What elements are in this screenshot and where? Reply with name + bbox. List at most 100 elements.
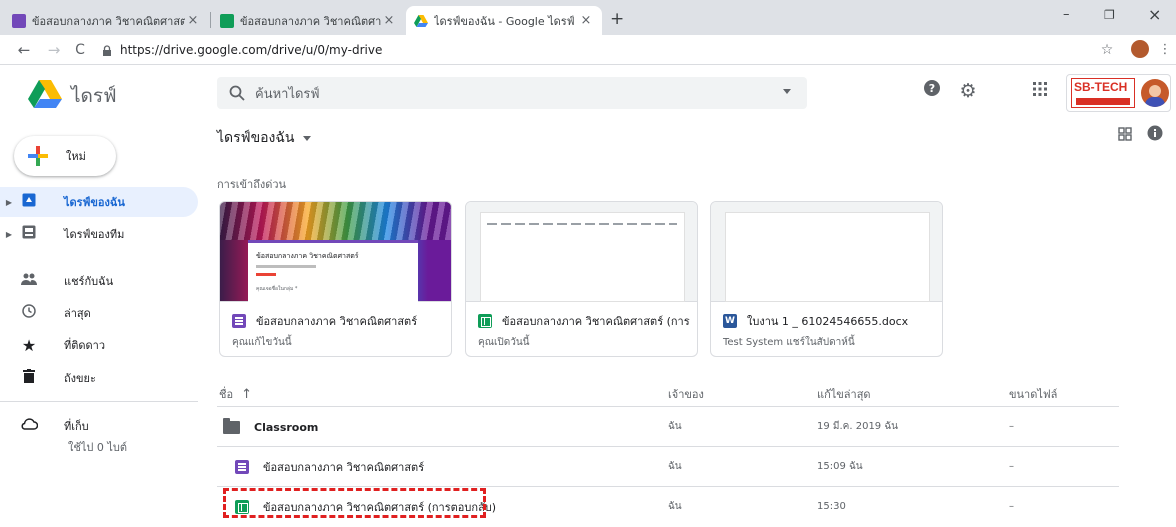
help-icon[interactable]: ? [920, 79, 944, 103]
url-text: https://drive.google.com/drive/u/0/my-dr… [120, 43, 383, 57]
tab-title: ข้อสอบกลางภาค วิชาคณิตศาสตร์ (กา [240, 14, 381, 28]
card-name: ข้อสอบกลางภาค วิชาคณิตศาสตร์ (การต... [478, 312, 690, 330]
browser-menu-icon[interactable]: ⋮ [1155, 41, 1175, 59]
search-placeholder: ค้นหาไดรฟ์ [255, 86, 320, 102]
google-forms-icon [235, 460, 249, 474]
plus-icon [28, 146, 48, 166]
profile-avatar-icon[interactable] [1131, 40, 1149, 58]
column-header-size[interactable]: ขนาดไฟล์ [1009, 385, 1057, 403]
app-name: ไดรฟ์ [71, 85, 117, 107]
sidebar-item-label: แชร์กับฉัน [64, 275, 114, 288]
tab-close-icon[interactable]: × [578, 13, 594, 28]
sidebar-item-storage[interactable]: ที่เก็บ [0, 411, 198, 441]
my-drive-title-button[interactable]: ไดรฟ์ของฉัน [217, 127, 311, 149]
card-activity: คุณแก้ไขวันนี้ [232, 337, 292, 348]
file-modified: 15:09 ฉัน [817, 461, 863, 472]
sidebar-item-label: ล่าสุด [64, 307, 91, 320]
star-icon: ★ [21, 335, 37, 355]
grid-view-icon[interactable] [1113, 124, 1137, 148]
column-header-modified[interactable]: แก้ไขล่าสุด [817, 385, 871, 403]
browser-tab-drive[interactable]: ไดรฟ์ของฉัน - Google ไดรฟ์ × [406, 6, 602, 35]
account-avatar[interactable] [1141, 79, 1169, 107]
browser-tab-forms[interactable]: ข้อสอบกลางภาค วิชาคณิตศาสตร์ - G × [4, 6, 209, 35]
file-name: ข้อสอบกลางภาค วิชาคณิตศาสตร์ [263, 461, 425, 474]
minimize-button[interactable]: – [1063, 7, 1070, 22]
new-tab-button[interactable]: + [610, 9, 624, 29]
card-activity: คุณเปิดวันนี้ [478, 337, 530, 348]
file-modified: 19 มี.ค. 2019 ฉัน [817, 421, 898, 432]
google-sheets-icon [478, 314, 492, 328]
bookmark-star-icon[interactable]: ☆ [1097, 41, 1117, 59]
highlight-box [223, 488, 486, 518]
sidebar-item-label: ถังขยะ [64, 372, 96, 385]
back-arrow-icon[interactable]: ← [14, 41, 34, 59]
card-activity: Test System แชร์ในสัปดาห์นี้ [723, 337, 855, 348]
tab-close-icon[interactable]: × [381, 13, 397, 28]
new-button[interactable]: ใหม่ [14, 136, 116, 176]
column-header-owner[interactable]: เจ้าของ [668, 385, 704, 403]
browser-toolbar: ← → C https://drive.google.com/drive/u/0… [0, 35, 1176, 65]
sidebar-item-label: ไดรฟ์ของทีม [64, 228, 125, 241]
search-box[interactable]: ค้นหาไดรฟ์ [217, 77, 807, 109]
new-button-label: ใหม่ [66, 150, 86, 163]
expand-caret-icon[interactable]: ▶ [0, 198, 18, 207]
file-modified: 15:30 [817, 501, 846, 512]
sort-ascending-icon[interactable]: ↑ [241, 387, 252, 402]
card-thumbnail [466, 202, 697, 302]
trash-icon [18, 369, 40, 387]
team-drive-icon [18, 225, 40, 243]
drive-icon [414, 14, 428, 28]
card-thumbnail: ข้อสอบกลางภาค วิชาคณิตศาสตร์ คุณเจอชื่อใ… [220, 202, 451, 302]
column-header-name[interactable]: ชื่อ ↑ [219, 385, 252, 403]
quick-access-card[interactable]: ข้อสอบกลางภาค วิชาคณิตศาสตร์ คุณเจอชื่อใ… [219, 201, 452, 357]
forms-icon [12, 13, 26, 28]
clock-icon [18, 304, 40, 322]
quick-access-card[interactable]: ข้อสอบกลางภาค วิชาคณิตศาสตร์ (การต... คุ… [465, 201, 698, 357]
chevron-down-icon [302, 135, 311, 141]
window-close-button[interactable]: × [1148, 5, 1161, 24]
sidebar-item-my-drive[interactable]: ▶ ไดรฟ์ของฉัน [0, 187, 198, 217]
restore-button[interactable]: ❐ [1104, 8, 1115, 22]
google-drive-logo[interactable] [28, 80, 62, 108]
quick-access-card[interactable]: W ใบงาน 1 _ 61024546655.docx Test System… [710, 201, 943, 357]
sb-tech-logo: SB-TECH [1071, 78, 1135, 108]
sidebar-item-label: ไดรฟ์ของฉัน [64, 196, 125, 209]
svg-text:?: ? [929, 82, 935, 95]
tab-close-icon[interactable]: × [185, 13, 201, 28]
forward-arrow-icon[interactable]: → [44, 41, 64, 59]
storage-usage: ใช้ไป 0 ไบต์ [68, 441, 128, 454]
file-size: – [1009, 421, 1014, 432]
address-bar[interactable]: https://drive.google.com/drive/u/0/my-dr… [102, 39, 1122, 61]
page-title: ไดรฟ์ของฉัน [217, 130, 295, 146]
tab-title: ไดรฟ์ของฉัน - Google ไดรฟ์ [434, 14, 575, 28]
card-name: ข้อสอบกลางภาค วิชาคณิตศาสตร์ [232, 312, 444, 330]
sidebar-item-label: ที่เก็บ [64, 420, 89, 433]
search-icon[interactable] [229, 85, 245, 101]
quick-access-heading: การเข้าถึงด่วน [217, 178, 287, 191]
shared-people-icon [18, 273, 40, 289]
browser-tab-strip: ข้อสอบกลางภาค วิชาคณิตศาสตร์ - G × ข้อสอ… [0, 0, 1176, 35]
sidebar-item-label: ที่ติดดาว [64, 339, 106, 352]
card-name: W ใบงาน 1 _ 61024546655.docx [723, 312, 935, 330]
file-owner: ฉัน [668, 421, 682, 432]
file-row[interactable]: Classroom ฉัน 19 มี.ค. 2019 ฉัน – [217, 406, 1119, 446]
my-drive-icon [18, 193, 40, 211]
file-owner: ฉัน [668, 501, 682, 512]
tab-title: ข้อสอบกลางภาค วิชาคณิตศาสตร์ - G [32, 14, 185, 28]
sidebar-item-starred[interactable]: ★ ที่ติดดาว [0, 330, 198, 360]
settings-gear-icon[interactable]: ⚙ [956, 79, 980, 103]
sidebar-divider [0, 401, 198, 402]
sidebar-item-trash[interactable]: ถังขยะ [0, 363, 198, 393]
file-owner: ฉัน [668, 461, 682, 472]
sidebar-item-recent[interactable]: ล่าสุด [0, 298, 198, 328]
info-icon[interactable] [1143, 124, 1167, 148]
expand-caret-icon[interactable]: ▶ [0, 230, 18, 239]
apps-grid-icon[interactable] [1028, 79, 1052, 103]
search-options-icon[interactable] [783, 89, 791, 94]
reload-icon[interactable]: C [70, 41, 90, 59]
sidebar-item-team-drives[interactable]: ▶ ไดรฟ์ของทีม [0, 219, 198, 249]
sidebar-item-shared-with-me[interactable]: แชร์กับฉัน [0, 266, 198, 296]
account-badge[interactable]: SB-TECH [1066, 74, 1171, 112]
browser-tab-sheets[interactable]: ข้อสอบกลางภาค วิชาคณิตศาสตร์ (กา × [212, 6, 405, 35]
file-row[interactable]: ข้อสอบกลางภาค วิชาคณิตศาสตร์ ฉัน 15:09 ฉ… [217, 446, 1119, 486]
